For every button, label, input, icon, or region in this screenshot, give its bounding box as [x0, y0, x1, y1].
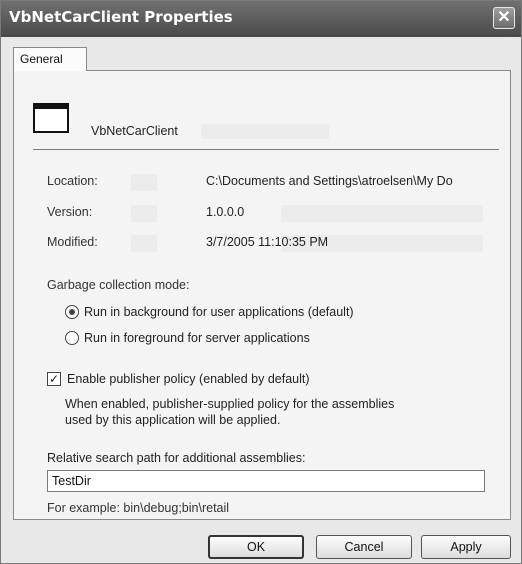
gc-foreground-option[interactable]: Run in foreground for server application… [65, 329, 310, 347]
window-title: VbNetCarClient Properties [9, 8, 233, 26]
version-label-shade [131, 205, 157, 222]
app-name: VbNetCarClient [91, 124, 178, 138]
publisher-policy-label: Enable publisher policy (enabled by defa… [67, 372, 310, 386]
cancel-button[interactable]: Cancel [316, 535, 412, 559]
location-value: C:\Documents and Settings\atroelsen\My D… [206, 174, 453, 188]
gc-foreground-label: Run in foreground for server application… [84, 331, 310, 345]
modified-label: Modified: [47, 235, 98, 249]
gc-background-label: Run in background for user applications … [84, 305, 354, 319]
publisher-policy-description-line-2: used by this application will be applied… [65, 413, 281, 427]
application-window-icon [33, 103, 69, 133]
properties-dialog: VbNetCarClient Properties ✕ General VbNe… [0, 0, 522, 564]
apply-button[interactable]: Apply [421, 535, 511, 559]
version-value: 1.0.0.0 [206, 205, 245, 219]
modified-label-shade [131, 235, 157, 252]
version-value-shade [281, 205, 483, 222]
location-label-shade [131, 174, 157, 191]
publisher-policy-checkbox[interactable]: ✓ [47, 372, 61, 386]
gc-mode-label: Garbage collection mode: [47, 278, 190, 292]
radio-button[interactable] [65, 331, 79, 345]
search-path-example: For example: bin\debug;bin\retail [47, 501, 230, 515]
gc-background-option[interactable]: Run in background for user applications … [65, 303, 354, 321]
tab-general-label: General [20, 52, 63, 66]
location-label: Location: [47, 174, 98, 188]
search-path-input[interactable] [47, 470, 485, 492]
title-bar[interactable]: VbNetCarClient Properties ✕ [1, 1, 521, 37]
tab-general[interactable]: General [13, 47, 87, 71]
search-path-label: Relative search path for additional asse… [47, 451, 306, 465]
app-name-shade [201, 124, 329, 139]
publisher-policy-option[interactable]: ✓ Enable publisher policy (enabled by de… [47, 372, 310, 386]
publisher-policy-description-line-1: When enabled, publisher-supplied policy … [65, 397, 395, 411]
close-icon[interactable]: ✕ [493, 7, 515, 29]
modified-value: 3/7/2005 11:10:35 PM [206, 235, 329, 249]
version-label: Version: [47, 205, 93, 219]
radio-button-selected[interactable] [65, 305, 79, 319]
header-separator [33, 149, 499, 150]
ok-button[interactable]: OK [208, 535, 304, 559]
